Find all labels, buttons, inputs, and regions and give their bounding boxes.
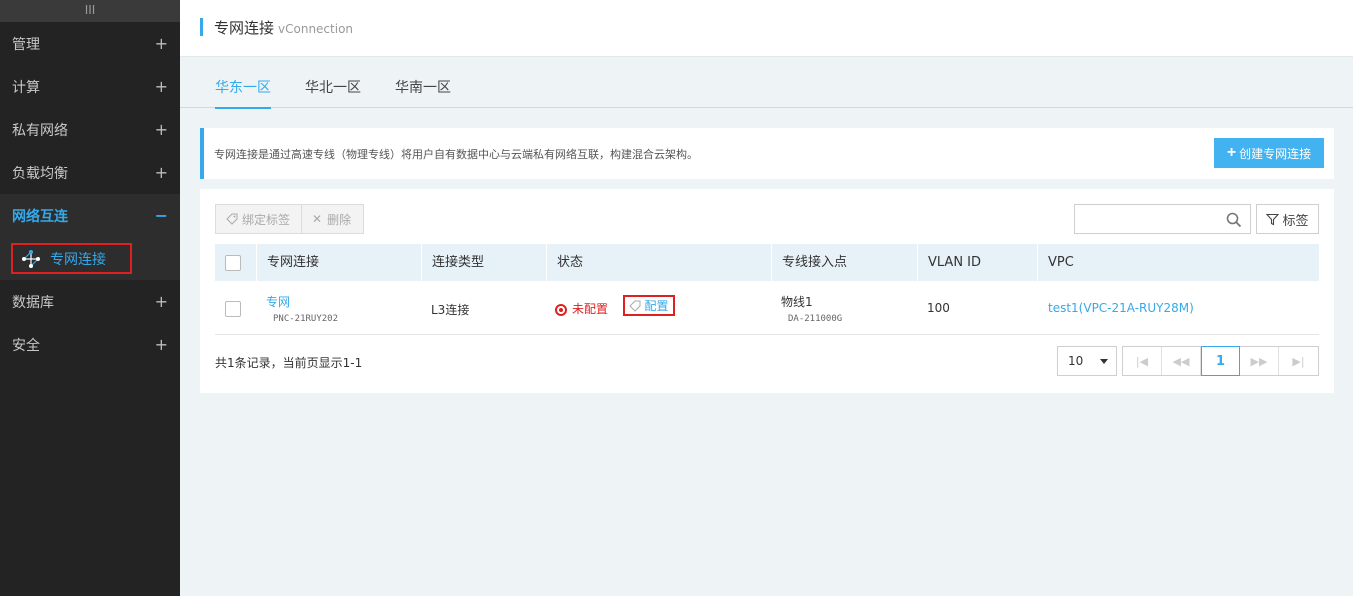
region-tabs: 华东一区 华北一区 华南一区 xyxy=(180,57,1353,109)
column-header-status: 状态 xyxy=(546,244,772,281)
access-point-name: 物线1 xyxy=(781,295,813,309)
list-panel: 绑定标签 ✕ 删除 标签 专网连接 连接类型 状态 专线接入点 VLAN ID … xyxy=(200,189,1334,393)
info-text: 专网连接是通过高速专线（物理专线）将用户自有数据中心与云端私有网络互联，构建混合… xyxy=(214,148,698,161)
table-header: 专网连接 连接类型 状态 专线接入点 VLAN ID VPC xyxy=(215,244,1319,281)
filter-icon xyxy=(1266,213,1280,225)
row-checkbox[interactable] xyxy=(225,301,241,317)
tag-filter-button[interactable]: 标签 xyxy=(1256,204,1319,234)
sidebar-item-management[interactable]: 管理 + xyxy=(0,22,180,65)
status-dot-icon xyxy=(555,303,567,316)
next-page-button[interactable]: ▶▶ xyxy=(1240,347,1279,375)
sidebar-item-private-network[interactable]: 私有网络 + xyxy=(0,108,180,151)
page-header: 专网连接 vConnection xyxy=(180,0,1353,57)
connection-type: L3连接 xyxy=(431,303,470,317)
page-size-value: 10 xyxy=(1068,354,1084,368)
vpc-link[interactable]: test1(VPC-21A-RUY28M) xyxy=(1048,301,1194,315)
first-page-button[interactable]: |◀ xyxy=(1123,347,1162,375)
delete-button[interactable]: ✕ 删除 xyxy=(301,204,364,234)
column-header-type: 连接类型 xyxy=(421,244,546,281)
vlan-id: 100 xyxy=(927,301,950,315)
sidebar-item-database[interactable]: 数据库 + xyxy=(0,280,180,323)
plus-icon: + xyxy=(1226,144,1237,161)
sidebar-item-label: 管理 xyxy=(12,36,40,53)
sidebar-subitem-label: 专网连接 xyxy=(50,251,106,268)
tab-south-china-1[interactable]: 华南一区 xyxy=(395,77,451,107)
sidebar-item-security[interactable]: 安全 + xyxy=(0,323,180,366)
vconnection-id: PNC-21RUY202 xyxy=(273,314,339,324)
plus-icon: + xyxy=(154,163,168,182)
sidebar-item-label: 安全 xyxy=(12,337,40,354)
bind-tag-button[interactable]: 绑定标签 xyxy=(215,204,302,234)
network-topology-icon xyxy=(22,249,40,268)
column-header-vconnection: 专网连接 xyxy=(256,244,422,281)
tag-filter-label: 标签 xyxy=(1282,213,1309,229)
last-page-button[interactable]: ▶| xyxy=(1279,347,1318,375)
vconnection-name-link[interactable]: 专网 xyxy=(266,293,290,310)
current-page-button[interactable]: 1 xyxy=(1201,346,1240,376)
pagination: |◀ ◀◀ 1 ▶▶ ▶| xyxy=(1122,346,1319,376)
sidebar-subitem-vconnection[interactable]: 专网连接 xyxy=(0,237,180,280)
tag-icon xyxy=(629,300,641,312)
sidebar-item-interconnect[interactable]: 网络互连 − xyxy=(0,194,180,237)
info-banner: 专网连接是通过高速专线（物理专线）将用户自有数据中心与云端私有网络互联，构建混合… xyxy=(200,128,1334,179)
column-header-vpc: VPC xyxy=(1037,244,1319,281)
select-all-checkbox[interactable] xyxy=(225,255,241,271)
delete-label: 删除 xyxy=(327,212,352,227)
sidebar-toggle-icon[interactable]: III xyxy=(0,0,180,22)
configure-link[interactable]: 配置 xyxy=(623,295,675,316)
page-title: 专网连接 vConnection xyxy=(214,17,353,38)
page-title-text: 专网连接 xyxy=(214,19,275,37)
plus-icon: + xyxy=(154,34,168,53)
sidebar-item-load-balancing[interactable]: 负载均衡 + xyxy=(0,151,180,194)
search-input[interactable] xyxy=(1074,204,1251,234)
column-header-vlan-id: VLAN ID xyxy=(917,244,1038,281)
tag-icon xyxy=(226,213,238,225)
chevron-down-icon xyxy=(1100,359,1108,364)
plus-icon: + xyxy=(154,120,168,139)
page-subtitle: vConnection xyxy=(278,22,354,36)
status-badge: 未配置 xyxy=(555,300,608,317)
plus-icon: + xyxy=(154,335,168,354)
plus-icon: + xyxy=(154,292,168,311)
tab-east-china-1[interactable]: 华东一区 xyxy=(215,77,271,109)
page-size-select[interactable]: 10 xyxy=(1057,346,1117,376)
sidebar-item-label: 负载均衡 xyxy=(12,165,68,182)
status-text: 未配置 xyxy=(572,302,609,316)
minus-icon: − xyxy=(154,206,168,225)
record-summary: 共1条记录，当前页显示1-1 xyxy=(215,356,363,370)
sidebar-item-label: 私有网络 xyxy=(12,122,68,139)
sidebar-item-label: 数据库 xyxy=(12,294,54,311)
prev-page-button[interactable]: ◀◀ xyxy=(1162,347,1201,375)
sidebar-item-label: 计算 xyxy=(12,79,40,96)
sidebar-subitem-highlight[interactable]: 专网连接 xyxy=(11,243,132,274)
create-vconnection-button[interactable]: + 创建专网连接 xyxy=(1214,138,1324,168)
sidebar: III 管理 + 计算 + 私有网络 + 负载均衡 + 网络互连 − 专网连接 … xyxy=(0,0,180,596)
tab-north-china-1[interactable]: 华北一区 xyxy=(305,77,361,107)
configure-label: 配置 xyxy=(644,299,669,313)
sidebar-item-compute[interactable]: 计算 + xyxy=(0,65,180,108)
column-header-access-point: 专线接入点 xyxy=(771,244,917,281)
access-point-id: DA-211000G xyxy=(788,314,843,324)
plus-icon: + xyxy=(154,77,168,96)
table-row: 专网 PNC-21RUY202 L3连接 未配置 配置 物线1 DA-21100… xyxy=(215,281,1319,335)
bind-tag-label: 绑定标签 xyxy=(242,212,291,227)
close-icon: ✕ xyxy=(312,212,323,226)
sidebar-item-label: 网络互连 xyxy=(12,208,68,225)
search-icon[interactable] xyxy=(1226,212,1242,228)
create-button-label: 创建专网连接 xyxy=(1239,146,1312,161)
title-accent-bar xyxy=(200,18,203,36)
